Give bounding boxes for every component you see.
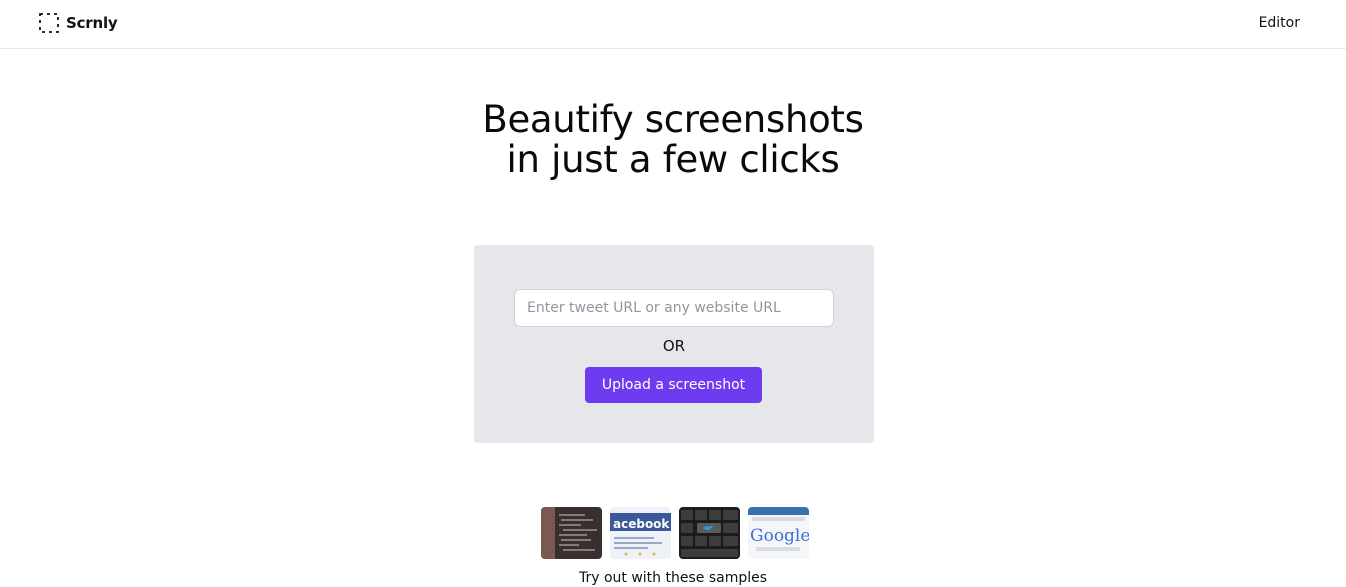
nav-editor-link[interactable]: Editor [1259, 15, 1300, 31]
sample-thumb-twitter-keyboard[interactable] [679, 507, 740, 559]
google-thumbnail-icon: Google [748, 507, 809, 559]
sample-thumb-facebook[interactable]: acebook [610, 507, 671, 559]
facebook-thumbnail-icon: acebook [610, 507, 671, 559]
sample-thumbnails: acebook Google [541, 507, 809, 559]
dashed-frame-icon [38, 12, 60, 34]
twitter-keyboard-thumbnail-icon [679, 507, 740, 559]
brand-name: Scrnly [66, 14, 118, 32]
top-navbar: Scrnly Editor [0, 0, 1346, 49]
brand-logo-link[interactable]: Scrnly [38, 12, 118, 34]
input-card: OR Upload a screenshot [474, 245, 874, 443]
hero-title-line-2: in just a few clicks [506, 138, 840, 181]
or-divider-label: OR [662, 337, 686, 355]
sample-thumb-code[interactable] [541, 507, 602, 559]
url-input[interactable] [514, 289, 834, 327]
svg-text:Google: Google [750, 526, 809, 546]
hero-title-line-1: Beautify screenshots [482, 98, 864, 141]
samples-caption: Try out with these samples [578, 570, 768, 586]
sample-thumb-google[interactable]: Google [748, 507, 809, 559]
upload-screenshot-button[interactable]: Upload a screenshot [585, 367, 762, 403]
hero-title: Beautify screenshots in just a few click… [0, 100, 1346, 180]
svg-text:acebook: acebook [613, 517, 670, 531]
code-photo-thumbnail-icon [541, 507, 602, 559]
